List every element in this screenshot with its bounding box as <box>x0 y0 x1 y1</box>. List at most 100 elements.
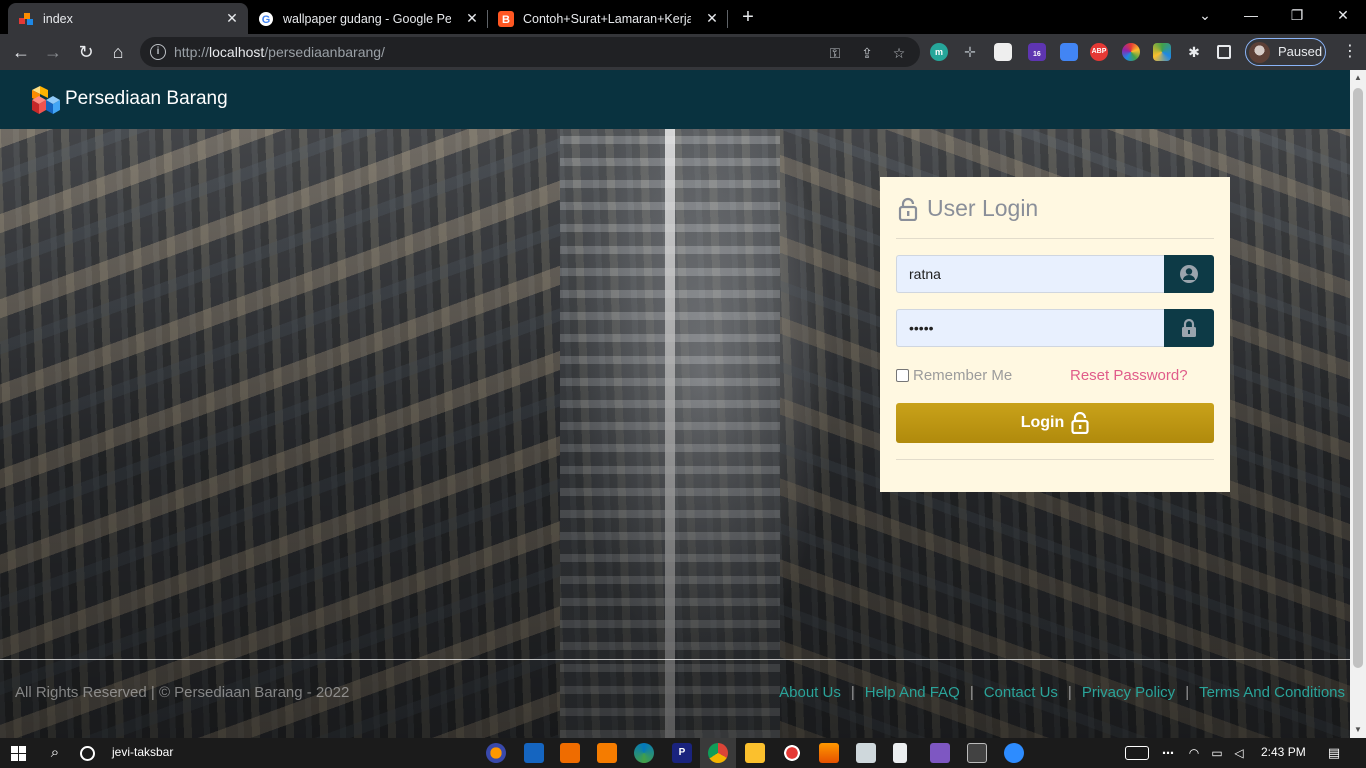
password-input[interactable] <box>896 309 1164 347</box>
footer-link-help[interactable]: Help And FAQ <box>865 684 960 701</box>
site-info-icon[interactable]: i <box>150 44 166 60</box>
password-group <box>896 309 1214 347</box>
taskbar-app-icon[interactable] <box>967 743 987 763</box>
record-icon[interactable] <box>782 743 802 763</box>
svg-text:B: B <box>502 14 510 26</box>
battery-icon[interactable]: ▭ <box>1207 743 1227 763</box>
footer-link-about[interactable]: About Us <box>779 684 841 701</box>
footer-separator: | <box>1067 684 1072 701</box>
visual-studio-icon[interactable] <box>930 743 950 763</box>
taskbar-app-icon[interactable] <box>819 743 839 763</box>
windows-start-icon[interactable] <box>11 746 26 761</box>
minimize-icon[interactable]: — <box>1228 4 1274 28</box>
tab-title: index <box>43 11 73 26</box>
blogger-icon: B <box>498 10 514 27</box>
taskbar-search-icon[interactable]: ⌕ <box>45 743 65 763</box>
tab-title: Contoh+Surat+Lamaran+Kerja+ <box>523 11 691 26</box>
extension-drive-icon[interactable] <box>1153 43 1171 61</box>
close-tab-icon[interactable]: ✕ <box>704 10 720 26</box>
tab-separator <box>727 10 728 28</box>
tab-title: wallpaper gudang - Google Pene <box>283 11 451 26</box>
forward-arrow-icon[interactable]: → <box>41 40 65 64</box>
copyright-text: All Rights Reserved | © Persediaan Baran… <box>15 684 350 701</box>
extension-m-icon[interactable]: m <box>930 43 948 61</box>
restore-icon[interactable]: ❐ <box>1274 4 1320 28</box>
menu-kebab-icon[interactable]: ⋮ <box>1338 40 1362 64</box>
extension-docs-icon[interactable] <box>1060 43 1078 61</box>
profile-status: Paused <box>1278 44 1323 59</box>
footer-link-privacy[interactable]: Privacy Policy <box>1082 684 1175 701</box>
login-card: User Login ratna ••••• Remember Me Reset… <box>880 177 1230 492</box>
notepad-icon[interactable] <box>893 743 907 763</box>
keyboard-icon[interactable] <box>1125 746 1149 760</box>
taskbar-app-icon[interactable] <box>560 743 580 763</box>
lock-icon <box>1182 318 1196 337</box>
side-panel-icon[interactable] <box>1217 45 1231 59</box>
username-group <box>896 255 1214 293</box>
remember-me[interactable]: Remember Me <box>896 367 1012 384</box>
password-addon <box>1164 309 1214 347</box>
svg-text:G: G <box>262 14 271 26</box>
star-bookmark-icon[interactable]: ☆ <box>890 44 908 62</box>
wifi-icon[interactable]: ◠ <box>1184 743 1204 763</box>
footer-link-contact[interactable]: Contact Us <box>984 684 1058 701</box>
reload-icon[interactable]: ↻ <box>74 40 98 64</box>
boxes-logo-icon[interactable] <box>30 84 62 116</box>
scroll-down-arrow-icon[interactable]: ▼ <box>1350 722 1366 738</box>
login-button[interactable]: Login <box>896 403 1214 443</box>
taskbar-label[interactable]: jevi-taksbar <box>112 745 173 759</box>
extension-notes-icon[interactable] <box>994 43 1012 61</box>
scrollbar-thumb[interactable] <box>1353 88 1363 668</box>
google-icon: G <box>259 11 273 26</box>
extension-move-icon[interactable]: ✛ <box>961 43 979 61</box>
reset-password-link[interactable]: Reset Password? <box>1070 367 1188 384</box>
lock-open-icon <box>1071 412 1089 434</box>
page-scrollbar[interactable]: ▲ ▼ <box>1350 70 1366 738</box>
overflow-dots-icon[interactable]: ⋯ <box>1158 743 1178 763</box>
tab-index[interactable]: index ✕ <box>8 3 248 34</box>
brand-title[interactable]: Persediaan Barang <box>65 88 228 110</box>
home-icon[interactable]: ⌂ <box>106 40 130 64</box>
chrome-icon[interactable] <box>708 743 728 763</box>
avatar <box>1249 42 1270 63</box>
close-tab-icon[interactable]: ✕ <box>224 10 240 26</box>
extension-badge-count: 16 <box>1033 51 1041 58</box>
taskbar-app-icon[interactable]: P <box>672 743 692 763</box>
adblock-plus-icon[interactable]: ABP <box>1090 43 1108 61</box>
volume-icon[interactable]: ◁ <box>1229 743 1249 763</box>
key-icon[interactable]: ⚿ <box>826 44 844 62</box>
taskbar-app-icon[interactable] <box>856 743 876 763</box>
windows-taskbar: ⌕ jevi-taksbar P ⋯ ◠ ▭ ◁ 2:43 PM ▤ <box>0 738 1366 768</box>
taskbar-clock[interactable]: 2:43 PM <box>1261 745 1306 759</box>
edge-icon[interactable] <box>634 743 654 763</box>
url-text[interactable]: http://localhost/persediaanbarang/ <box>174 44 385 60</box>
tab-blogger[interactable]: B Contoh+Surat+Lamaran+Kerja+ ✕ <box>488 3 728 34</box>
taskbar-app-icon[interactable] <box>597 743 617 763</box>
login-button-label: Login <box>1020 414 1065 431</box>
tab-google-search[interactable]: G wallpaper gudang - Google Pene ✕ <box>248 3 488 34</box>
share-icon[interactable]: ⇪ <box>858 44 876 62</box>
notifications-icon[interactable]: ▤ <box>1324 743 1344 763</box>
address-bar[interactable]: i http://localhost/persediaanbarang/ ⚿ ⇪… <box>140 37 920 67</box>
close-tab-icon[interactable]: ✕ <box>464 10 480 26</box>
back-arrow-icon[interactable]: ← <box>9 40 33 64</box>
lock-open-icon <box>898 197 918 221</box>
close-window-icon[interactable]: ✕ <box>1320 4 1366 28</box>
extension-badge-icon[interactable]: 16 <box>1028 43 1046 61</box>
extension-color-icon[interactable] <box>1122 43 1140 61</box>
tab-search-chevron-icon[interactable]: ⌄ <box>1182 4 1228 28</box>
extensions-puzzle-icon[interactable]: ✱ <box>1185 43 1203 61</box>
file-explorer-icon[interactable] <box>745 743 765 763</box>
remember-me-checkbox[interactable] <box>896 369 909 382</box>
cortana-icon[interactable] <box>80 746 95 761</box>
zoom-icon[interactable] <box>1004 743 1024 763</box>
user-addon <box>1164 255 1214 293</box>
taskbar-app-icon[interactable] <box>486 743 506 763</box>
taskbar-app-icon[interactable] <box>524 743 544 763</box>
username-input[interactable] <box>896 255 1164 293</box>
scroll-up-arrow-icon[interactable]: ▲ <box>1350 70 1366 86</box>
footer-link-terms[interactable]: Terms And Conditions <box>1199 684 1345 701</box>
new-tab-button[interactable]: + <box>737 6 759 28</box>
login-title: User Login <box>898 195 1038 222</box>
profile-button[interactable]: Paused <box>1245 38 1326 66</box>
